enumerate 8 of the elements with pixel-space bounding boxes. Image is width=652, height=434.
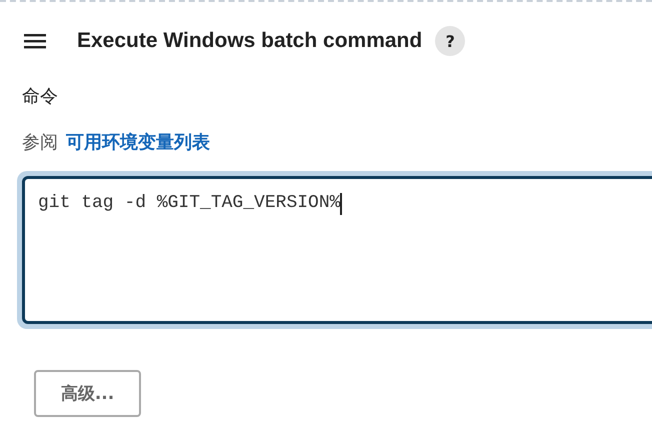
field-label: 命令 — [22, 85, 59, 109]
env-variables-link[interactable]: 可用环境变量列表 — [66, 130, 210, 154]
section-title: Execute Windows batch command — [77, 29, 422, 53]
command-field[interactable]: git tag -d %GIT_TAG_VERSION% — [17, 171, 652, 329]
see-also-text: 参阅 — [22, 131, 58, 154]
advanced-button[interactable]: 高级... — [34, 370, 141, 417]
help-button[interactable]: ? — [435, 26, 466, 56]
menu-icon[interactable] — [24, 33, 46, 49]
